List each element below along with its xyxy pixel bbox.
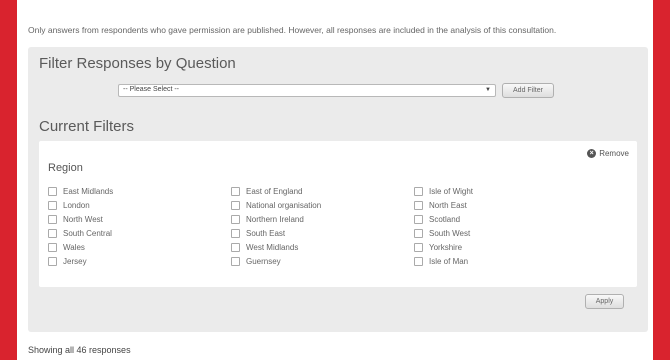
- region-label: Jersey: [63, 256, 87, 266]
- region-label: Northern Ireland: [246, 214, 304, 224]
- region-option[interactable]: East of England: [231, 184, 414, 198]
- region-checkbox-list: East Midlands London North West South Centr…: [48, 184, 597, 268]
- remove-circle-icon: ×: [587, 149, 597, 158]
- region-label: West Midlands: [246, 242, 299, 252]
- region-column: East of England National organisation Nort…: [231, 184, 414, 268]
- region-label: Guernsey: [246, 256, 281, 266]
- region-label: Scotland: [429, 214, 461, 224]
- region-checkbox[interactable]: [48, 186, 57, 196]
- region-checkbox[interactable]: [48, 214, 57, 224]
- remove-filter-button[interactable]: × Remove: [587, 149, 629, 158]
- region-option[interactable]: Scotland: [414, 212, 597, 226]
- region-option[interactable]: Wales: [48, 240, 231, 254]
- region-option[interactable]: Yorkshire: [414, 240, 597, 254]
- region-checkbox[interactable]: [48, 242, 57, 252]
- region-column: East Midlands London North West South Centr…: [48, 184, 231, 268]
- region-filter-box: Region × Remove East Midlands London North…: [39, 141, 637, 287]
- remove-label: Remove: [599, 149, 629, 158]
- region-label: North West: [63, 214, 103, 224]
- region-checkbox[interactable]: [231, 200, 240, 210]
- region-option[interactable]: Guernsey: [231, 254, 414, 268]
- region-checkbox[interactable]: [48, 256, 57, 266]
- region-checkbox[interactable]: [231, 228, 240, 238]
- region-checkbox[interactable]: [231, 242, 240, 252]
- question-select[interactable]: -- Please Select -- ▼: [118, 84, 496, 97]
- region-option[interactable]: Jersey: [48, 254, 231, 268]
- region-checkbox[interactable]: [231, 256, 240, 266]
- add-filter-button[interactable]: Add Filter: [502, 83, 554, 98]
- region-option[interactable]: North West: [48, 212, 231, 226]
- region-label: Isle of Wight: [429, 186, 474, 196]
- apply-button[interactable]: Apply: [585, 294, 624, 309]
- current-filters-heading: Current Filters: [39, 118, 135, 135]
- region-title: Region: [48, 162, 83, 174]
- region-option[interactable]: National organisation: [231, 198, 414, 212]
- filter-panel: Filter Responses by Question -- Please S…: [28, 47, 648, 332]
- response-count: Showing all 46 responses: [28, 345, 131, 355]
- dropdown-arrow-icon: ▼: [485, 87, 491, 93]
- region-label: Wales: [63, 242, 85, 252]
- question-select-value: -- Please Select --: [123, 86, 180, 93]
- region-label: East Midlands: [63, 186, 114, 196]
- region-label: Isle of Man: [429, 256, 469, 266]
- region-option[interactable]: South East: [231, 226, 414, 240]
- region-label: South West: [429, 228, 471, 238]
- region-checkbox[interactable]: [231, 186, 240, 196]
- region-option[interactable]: East Midlands: [48, 184, 231, 198]
- region-option[interactable]: Northern Ireland: [231, 212, 414, 226]
- region-checkbox[interactable]: [414, 186, 423, 196]
- region-checkbox[interactable]: [414, 228, 423, 238]
- page-content: Only answers from respondents who gave p…: [17, 0, 653, 360]
- region-option[interactable]: West Midlands: [231, 240, 414, 254]
- filter-heading: Filter Responses by Question: [39, 55, 236, 72]
- region-label: East of England: [246, 186, 303, 196]
- region-option[interactable]: Isle of Man: [414, 254, 597, 268]
- region-label: North East: [429, 200, 467, 210]
- region-option[interactable]: South Central: [48, 226, 231, 240]
- region-checkbox[interactable]: [414, 242, 423, 252]
- region-checkbox[interactable]: [414, 200, 423, 210]
- region-option[interactable]: Isle of Wight: [414, 184, 597, 198]
- region-label: South East: [246, 228, 286, 238]
- region-checkbox[interactable]: [414, 256, 423, 266]
- region-label: National organisation: [246, 200, 322, 210]
- permission-notice: Only answers from respondents who gave p…: [28, 25, 557, 35]
- region-checkbox[interactable]: [48, 200, 57, 210]
- region-option[interactable]: London: [48, 198, 231, 212]
- region-checkbox[interactable]: [231, 214, 240, 224]
- region-checkbox[interactable]: [48, 228, 57, 238]
- region-label: Yorkshire: [429, 242, 463, 252]
- region-checkbox[interactable]: [414, 214, 423, 224]
- region-label: London: [63, 200, 90, 210]
- region-label: South Central: [63, 228, 112, 238]
- region-column: Isle of Wight North East Scotland South Wes…: [414, 184, 597, 268]
- region-option[interactable]: South West: [414, 226, 597, 240]
- region-option[interactable]: North East: [414, 198, 597, 212]
